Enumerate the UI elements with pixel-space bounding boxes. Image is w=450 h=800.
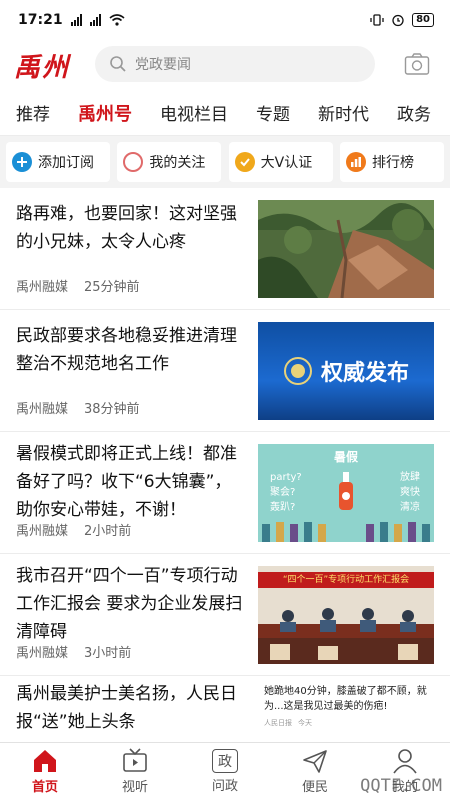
add-subscription-button[interactable]: 添加订阅 <box>6 142 110 182</box>
news-title: 路再难，也要回家！这对坚强的小兄妹，太令人心疼 <box>16 204 237 252</box>
news-item[interactable]: 我市召开“四个一百”专项行动工作汇报会 要求为企业发展扫清障碍 禹州融媒 3小时… <box>0 554 450 676</box>
nav-inquiry[interactable]: 政 问政 <box>190 743 260 800</box>
nurse-story-thumbnail: 她跪地40分钟，膝盖破了都不顾，就为...这是我见过最美的伤疤! 人民日报 今天 <box>258 680 434 734</box>
news-source: 禹州融媒 <box>16 646 69 661</box>
app-logo: 禹州 <box>14 52 71 83</box>
my-follows-label: 我的关注 <box>149 155 206 171</box>
authority-release-text: 权威发布 <box>320 361 409 386</box>
tab-topics[interactable]: 专题 <box>256 100 290 125</box>
summer-left-text: party? 聚会? 轰趴? <box>270 470 302 515</box>
news-item[interactable]: 禹州最美护士美名扬，人民日报“送”她上头条 她跪地40分钟，膝盖破了都不顾，就为… <box>0 676 450 740</box>
news-meta: 禹州融媒 3小时前 <box>16 642 131 661</box>
zheng-icon-char: 政 <box>218 754 232 770</box>
nav-av-label: 视听 <box>121 780 148 795</box>
summer-left-line: 轰趴? <box>270 502 296 513</box>
news-time: 25分钟前 <box>84 280 140 295</box>
camera-icon[interactable] <box>404 52 430 76</box>
tab-recommend[interactable]: 推荐 <box>16 100 50 125</box>
summer-left-line: party? <box>270 472 302 483</box>
authority-release-thumbnail: 权威发布 <box>258 322 434 420</box>
add-subscription-label: 添加订阅 <box>38 155 94 171</box>
check-circle-icon <box>234 152 255 172</box>
summer-left-line: 聚会? <box>270 487 296 498</box>
circle-outline-icon <box>123 152 144 172</box>
status-right: 80 <box>370 13 434 27</box>
news-feed: 路再难，也要回家！这对坚强的小兄妹，太令人心疼 禹州融媒 25分钟前 民政部要求… <box>0 188 450 740</box>
tab-government[interactable]: 政务 <box>397 100 431 125</box>
nav-inquiry-label: 问政 <box>211 779 238 794</box>
big-v-verify-label: 大V认证 <box>260 155 313 171</box>
news-source: 禹州融媒 <box>16 524 69 539</box>
zheng-icon: 政 <box>212 749 238 773</box>
meeting-thumbnail: “四个一百”专项行动工作汇报会 <box>258 566 434 664</box>
wifi-icon <box>109 14 125 26</box>
tab-new-era[interactable]: 新时代 <box>318 100 369 125</box>
send-icon <box>303 750 327 773</box>
tab-yuzhouhao[interactable]: 禹州号 <box>78 100 132 126</box>
news-time: 2小时前 <box>84 524 132 539</box>
summer-right-line: 放肆 <box>400 472 420 483</box>
news-title: 暑假模式即将正式上线！都准备好了吗？收下“6大锦囊”，助你安心带娃，不谢！ <box>16 444 237 520</box>
news-meta: 禹州融媒 38分钟前 <box>16 398 140 417</box>
bar-chart-icon <box>345 152 366 172</box>
ranking-button[interactable]: 排行榜 <box>339 142 444 182</box>
home-icon <box>34 750 56 772</box>
summer-holiday-thumbnail: 暑假 party? 聚会? 轰趴? 放肆 爽快 清凉 <box>258 444 434 542</box>
signal-icon-2 <box>89 14 101 26</box>
nav-convenience[interactable]: 便民 <box>280 743 350 800</box>
summer-title: 暑假 <box>333 450 358 464</box>
nav-home[interactable]: 首页 <box>10 743 80 800</box>
vibrate-icon <box>370 14 384 26</box>
news-item[interactable]: 暑假模式即将正式上线！都准备好了吗？收下“6大锦囊”，助你安心带娃，不谢！ 禹州… <box>0 432 450 554</box>
search-bar[interactable]: 党政要闻 <box>95 46 375 82</box>
clock: 17:21 <box>18 12 63 28</box>
bottle-icon <box>339 472 353 510</box>
nav-av[interactable]: 视听 <box>100 743 170 800</box>
meeting-banner: “四个一百”专项行动工作汇报会 <box>258 572 434 588</box>
news-item[interactable]: 民政部要求各地稳妥推进清理整治不规范地名工作 禹州融媒 38分钟前 权威发布 <box>0 310 450 432</box>
bottles-row-icon <box>262 522 430 542</box>
nav-home-label: 首页 <box>31 780 58 795</box>
quick-actions: 添加订阅 我的关注 大V认证 排行榜 <box>0 136 450 188</box>
user-icon <box>393 749 417 774</box>
nav-convenience-label: 便民 <box>301 780 328 795</box>
my-follows-button[interactable]: 我的关注 <box>117 142 222 182</box>
nurse-story-meta: 人民日报 今天 <box>258 718 434 728</box>
status-left: 17:21 <box>18 12 125 28</box>
landslide-thumbnail <box>258 200 434 298</box>
news-item[interactable]: 路再难，也要回家！这对坚强的小兄妹，太令人心疼 禹州融媒 25分钟前 <box>0 188 450 310</box>
summer-right-line: 爽快 <box>400 487 420 498</box>
news-meta: 禹州融媒 2小时前 <box>16 520 131 539</box>
search-icon <box>110 56 126 72</box>
big-v-verify-button[interactable]: 大V认证 <box>228 142 333 182</box>
news-time: 3小时前 <box>84 646 132 661</box>
tab-tv-programs[interactable]: 电视栏目 <box>160 100 228 125</box>
alarm-icon <box>392 14 404 27</box>
summer-right-text: 放肆 爽快 清凉 <box>400 470 420 515</box>
channel-tabs: 推荐 禹州号 电视栏目 专题 新时代 政务 <box>0 90 450 136</box>
summer-right-line: 清凉 <box>400 502 420 513</box>
app-header: 禹州 党政要闻 <box>0 40 450 90</box>
news-title: 我市召开“四个一百”专项行动工作汇报会 要求为企业发展扫清障碍 <box>16 566 243 642</box>
tv-icon <box>123 748 147 772</box>
news-time: 38分钟前 <box>84 402 140 417</box>
news-title: 民政部要求各地稳妥推进清理整治不规范地名工作 <box>16 326 237 374</box>
signal-icon <box>70 14 82 26</box>
meeting-scene <box>258 608 434 664</box>
nurse-story-time: 今天 <box>298 719 312 727</box>
battery-indicator: 80 <box>412 13 434 27</box>
news-meta: 禹州融媒 25分钟前 <box>16 276 140 295</box>
nurse-story-source: 人民日报 <box>264 719 292 727</box>
news-source: 禹州融媒 <box>16 280 69 295</box>
search-placeholder: 党政要闻 <box>135 57 191 73</box>
ranking-label: 排行榜 <box>371 155 414 171</box>
status-bar: 17:21 80 <box>0 0 450 40</box>
nurse-story-text: 她跪地40分钟，膝盖破了都不顾，就为...这是我见过最美的伤疤! <box>264 686 427 712</box>
news-title: 禹州最美护士美名扬，人民日报“送”她上头条 <box>16 684 237 732</box>
emblem-icon <box>283 357 312 385</box>
news-source: 禹州融媒 <box>16 402 69 417</box>
watermark: QQTF.COM <box>360 776 442 796</box>
plus-circle-icon <box>12 152 32 172</box>
